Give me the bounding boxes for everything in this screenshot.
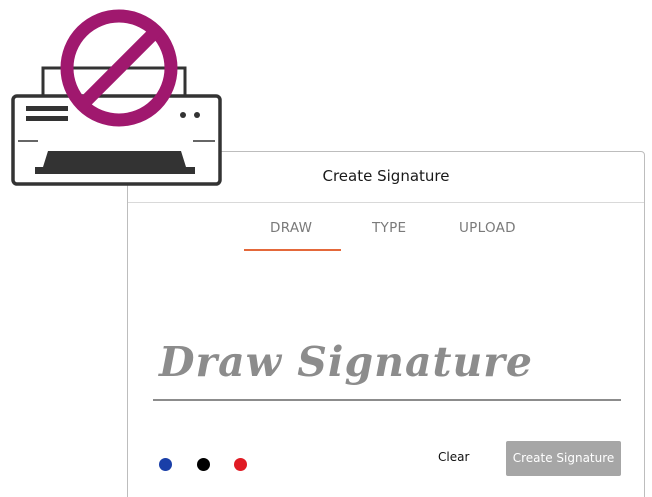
signature-baseline bbox=[153, 399, 621, 401]
stage: Create Signature DRAW TYPE UPLOAD Draw S… bbox=[0, 0, 652, 497]
pen-color-black[interactable] bbox=[197, 458, 210, 471]
clear-button[interactable]: Clear bbox=[438, 450, 469, 464]
signature-canvas[interactable]: Draw Signature bbox=[153, 312, 621, 402]
create-signature-dialog: Create Signature DRAW TYPE UPLOAD Draw S… bbox=[127, 151, 645, 497]
signature-placeholder: Draw Signature bbox=[159, 338, 533, 386]
printer-icon bbox=[8, 5, 223, 190]
tab-upload[interactable]: UPLOAD bbox=[459, 220, 516, 236]
active-tab-indicator bbox=[244, 249, 341, 251]
tab-draw[interactable]: DRAW bbox=[270, 220, 312, 236]
tab-type[interactable]: TYPE bbox=[372, 220, 406, 236]
pen-color-blue[interactable] bbox=[159, 458, 172, 471]
pen-color-red[interactable] bbox=[234, 458, 247, 471]
create-signature-button[interactable]: Create Signature bbox=[506, 441, 621, 476]
